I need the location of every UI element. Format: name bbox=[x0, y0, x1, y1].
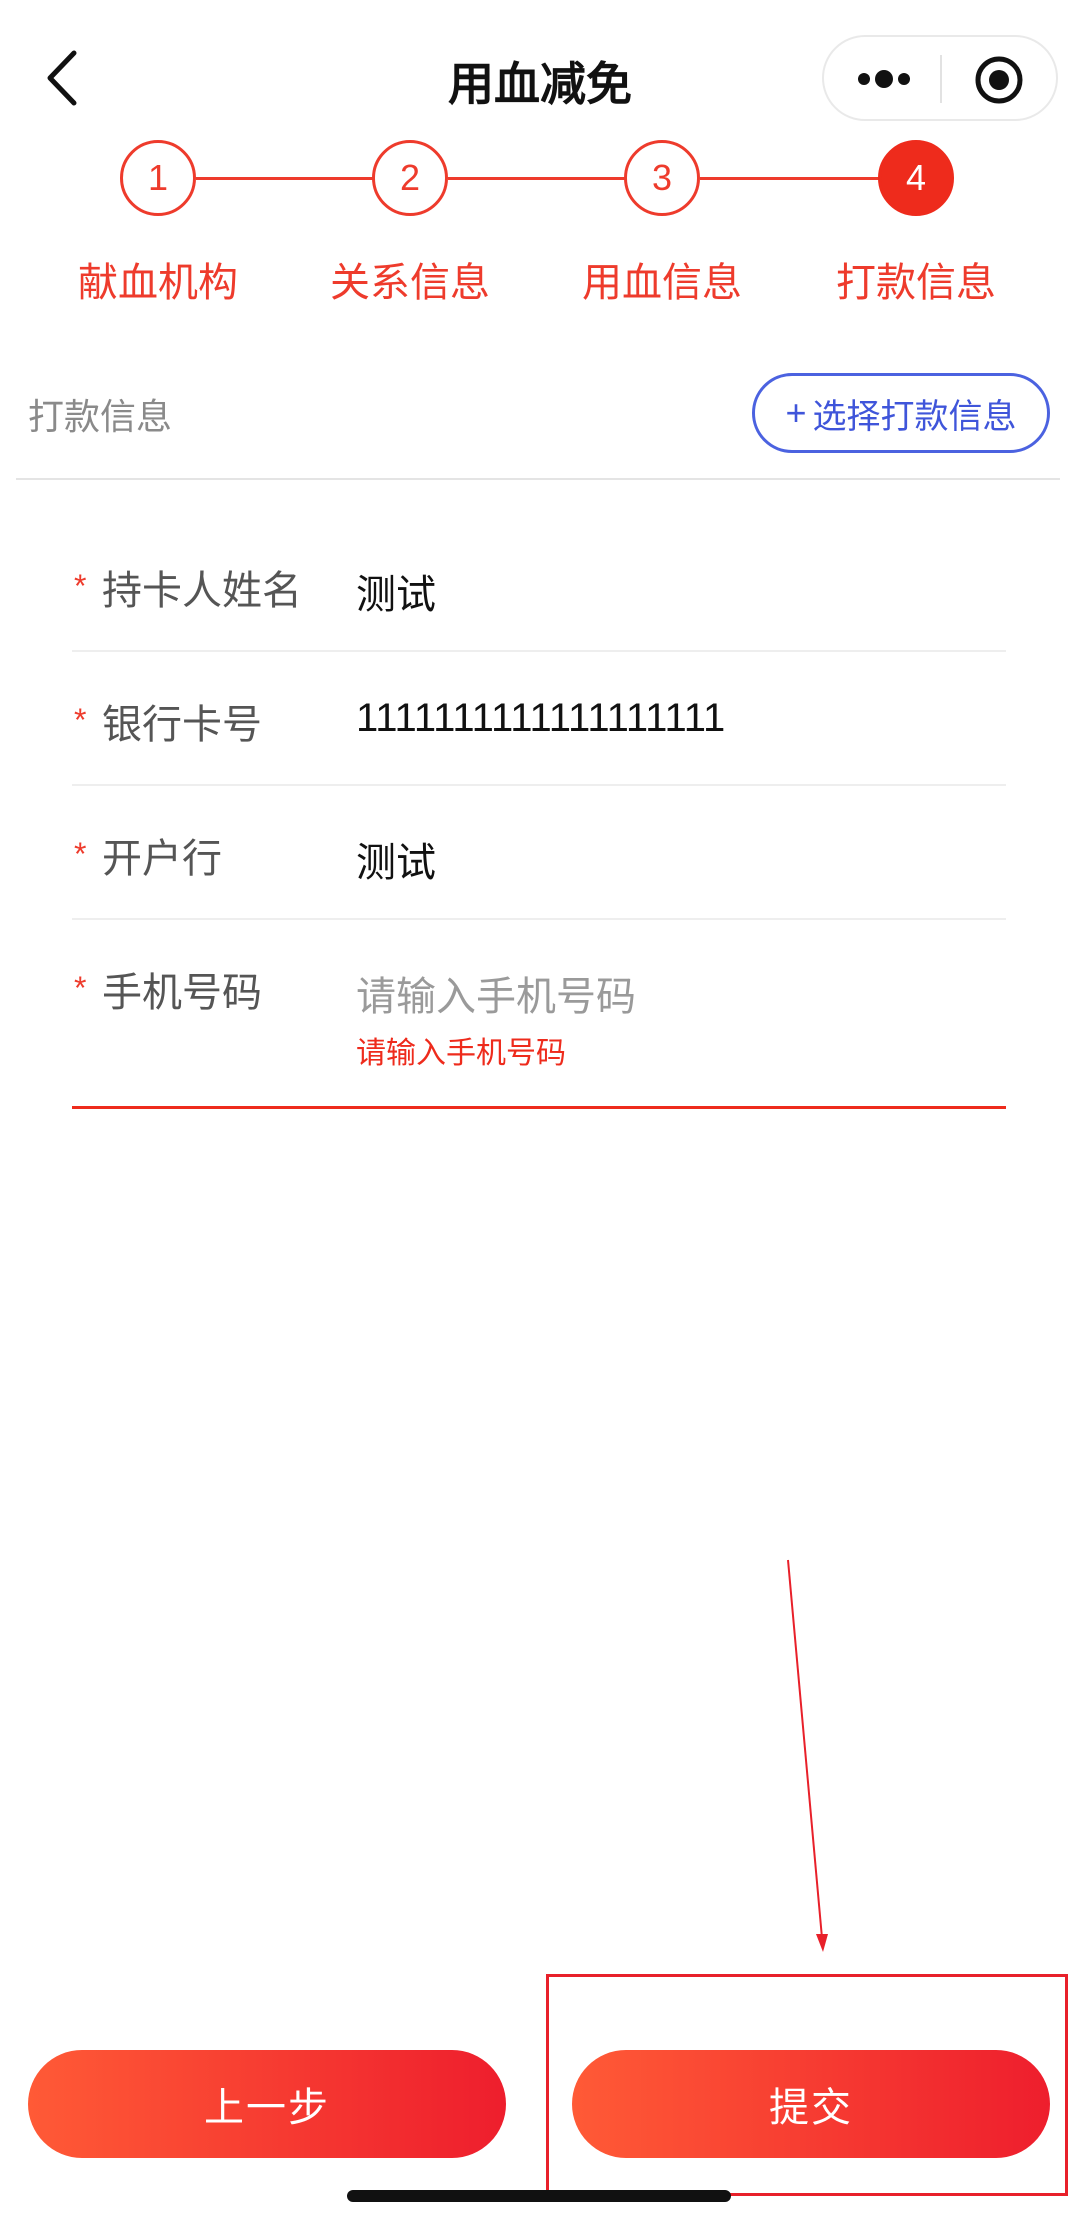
row-divider bbox=[72, 918, 1006, 920]
section-divider bbox=[16, 478, 1060, 480]
home-indicator bbox=[347, 2190, 731, 2202]
step-1-label: 献血机构 bbox=[78, 261, 238, 305]
target-circle-icon[interactable] bbox=[974, 55, 1024, 105]
phone-error-underline bbox=[72, 1106, 1006, 1109]
submit-button[interactable]: 提交 bbox=[572, 2050, 1050, 2158]
step-3-label: 用血信息 bbox=[582, 261, 742, 305]
nav-bar: 用血减免 bbox=[0, 0, 1080, 150]
more-dots-icon[interactable] bbox=[856, 61, 912, 97]
previous-step-button[interactable]: 上一步 bbox=[28, 2050, 506, 2158]
row-divider bbox=[72, 650, 1006, 652]
select-button-label: 选择打款信息 bbox=[812, 397, 1017, 436]
row-divider bbox=[72, 784, 1006, 786]
phone-input[interactable]: 请输入手机号码 bbox=[356, 964, 636, 1022]
step-connector bbox=[448, 177, 626, 180]
step-2-circle: 2 bbox=[372, 140, 448, 216]
annotation-arrow bbox=[787, 1559, 828, 1952]
section-title: 打款信息 bbox=[28, 396, 173, 437]
required-mark: * bbox=[74, 970, 87, 1006]
bank-branch-label: 开户行 bbox=[102, 837, 222, 881]
step-4-label: 打款信息 bbox=[836, 261, 996, 305]
step-4-circle: 4 bbox=[878, 140, 954, 216]
cardholder-name-label: 持卡人姓名 bbox=[102, 569, 302, 613]
step-connector bbox=[196, 177, 374, 180]
card-number-label: 银行卡号 bbox=[102, 703, 262, 747]
capsule-divider bbox=[940, 55, 942, 103]
step-3-circle: 3 bbox=[624, 140, 700, 216]
step-connector bbox=[700, 177, 880, 180]
plus-icon: + bbox=[785, 392, 807, 433]
required-mark: * bbox=[74, 568, 87, 604]
phone-label: 手机号码 bbox=[102, 971, 262, 1015]
mini-program-capsule bbox=[822, 35, 1058, 121]
bank-branch-input[interactable]: 测试 bbox=[356, 830, 436, 888]
step-1-circle: 1 bbox=[120, 140, 196, 216]
card-number-input[interactable]: 1111111111111111111 bbox=[356, 696, 725, 741]
step-2-label: 关系信息 bbox=[330, 261, 490, 305]
required-mark: * bbox=[74, 702, 87, 738]
required-mark: * bbox=[74, 836, 87, 872]
cardholder-name-input[interactable]: 测试 bbox=[356, 562, 436, 620]
phone-error-message: 请输入手机号码 bbox=[356, 1037, 566, 1070]
select-payment-info-button[interactable]: + 选择打款信息 bbox=[752, 373, 1050, 453]
progress-stepper: 1 2 3 4 献血机构 关系信息 用血信息 打款信息 bbox=[0, 140, 1080, 310]
